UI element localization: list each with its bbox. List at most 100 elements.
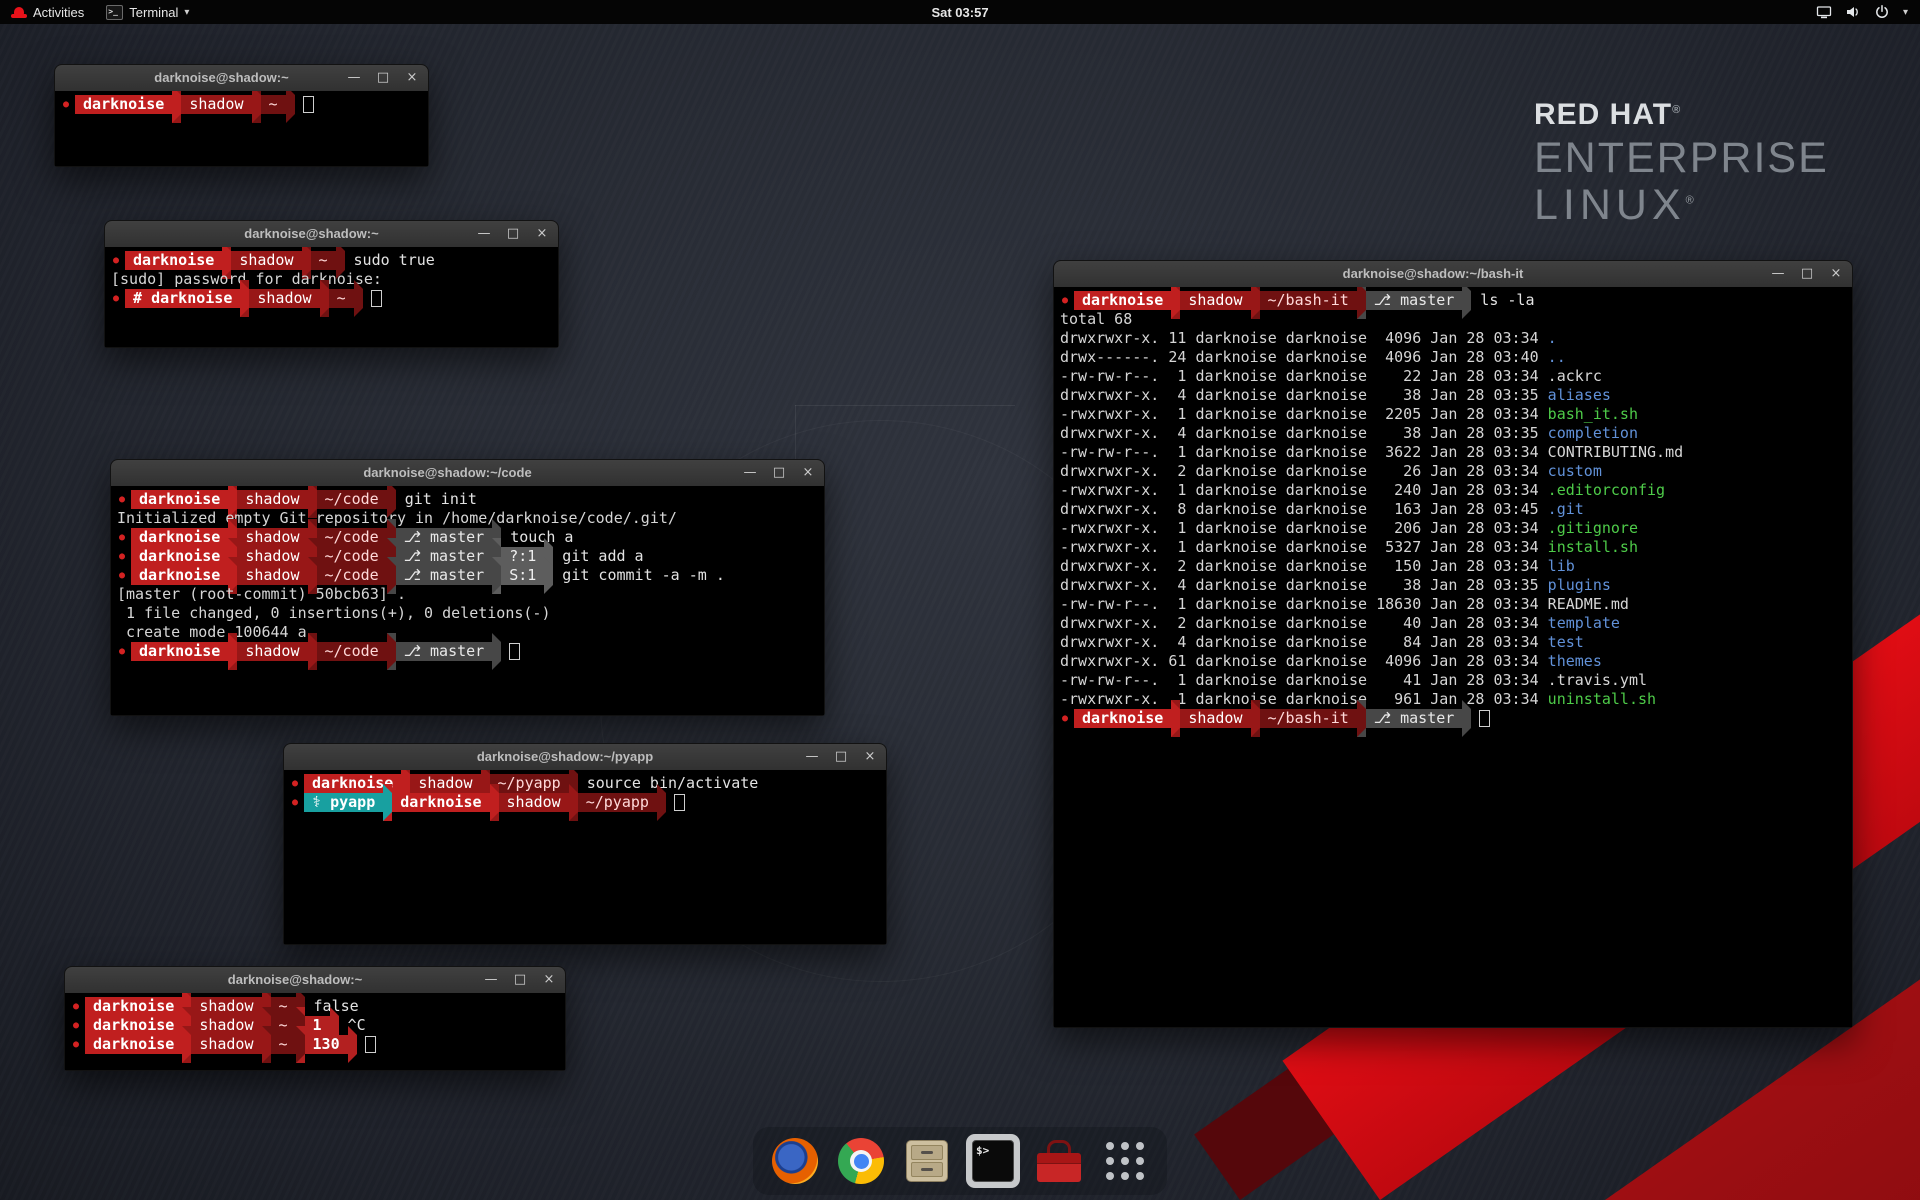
terminal-prompt-line: ●darknoiseshadow~/pyappsource bin/activa… bbox=[290, 774, 880, 793]
prompt-dot-icon: ● bbox=[117, 642, 131, 661]
grid-dot bbox=[1121, 1172, 1129, 1180]
window-close-button[interactable]: × bbox=[801, 466, 815, 480]
window-minimize-button[interactable]: — bbox=[484, 973, 498, 987]
window-titlebar[interactable]: darknoise@shadow:~—□× bbox=[55, 65, 428, 92]
window-title: darknoise@shadow:~ bbox=[145, 221, 478, 247]
clock[interactable]: Sat 03:57 bbox=[931, 5, 988, 20]
window-minimize-button[interactable]: — bbox=[347, 71, 361, 85]
window-titlebar[interactable]: darknoise@shadow:~— □ × bbox=[105, 221, 558, 248]
prompt-segment-host: shadow bbox=[1180, 709, 1250, 728]
window-maximize-button[interactable]: □ bbox=[772, 466, 786, 480]
window-minimize-button[interactable]: — bbox=[805, 750, 819, 764]
terminal-content[interactable]: ●darknoiseshadow~/pyappsource bin/activa… bbox=[284, 770, 886, 944]
powerline-arrow bbox=[354, 280, 363, 317]
powerline-arrow bbox=[1462, 287, 1471, 319]
prompt-segment-path: ~/code bbox=[317, 547, 387, 566]
prompt-segment-user: darknoise bbox=[1074, 709, 1171, 728]
grid-dot bbox=[1106, 1142, 1114, 1150]
window-controls: — □ × bbox=[743, 460, 815, 486]
terminal-output-line: 1 file changed, 0 insertions(+), 0 delet… bbox=[117, 604, 818, 623]
window-minimize-button[interactable]: — bbox=[743, 466, 757, 480]
window-maximize-button[interactable]: □ bbox=[506, 227, 520, 241]
window-controls: — □ × bbox=[477, 221, 549, 247]
dock-chrome[interactable] bbox=[833, 1133, 889, 1189]
window-close-button[interactable]: × bbox=[1829, 267, 1843, 281]
output-text: create mode 100644 a bbox=[117, 623, 307, 641]
window-titlebar[interactable]: darknoise@shadow:~— □ × bbox=[65, 967, 565, 994]
terminal-output-line: drwxrwxr-x. 4 darknoise darknoise 84 Jan… bbox=[1060, 633, 1846, 652]
output-text: -rwxrwxr-x. 1 darknoise darknoise 240 Ja… bbox=[1060, 481, 1548, 499]
terminal-output-line: drwxrwxr-x. 2 darknoise darknoise 40 Jan… bbox=[1060, 614, 1846, 633]
terminal-output-line: -rw-rw-r--. 1 darknoise darknoise 22 Jan… bbox=[1060, 367, 1846, 386]
output-text: drwxrwxr-x. 11 darknoise darknoise 4096 … bbox=[1060, 329, 1548, 347]
prompt-segment-cnt: ?:1 bbox=[501, 547, 544, 566]
terminal-output-line: [master (root-commit) 50bcb63] . bbox=[117, 585, 818, 604]
dock-terminal[interactable]: $> bbox=[965, 1133, 1021, 1189]
terminal-prompt-line: ●darknoiseshadow~sudo true bbox=[111, 251, 552, 270]
terminal-cursor bbox=[1479, 710, 1490, 727]
window-minimize-button[interactable]: — bbox=[1771, 267, 1785, 281]
window-titlebar[interactable]: darknoise@shadow:~/bash-it—□× bbox=[1054, 261, 1852, 288]
prompt-segment-path: ~ bbox=[271, 1016, 296, 1035]
terminal-output-line: drwxrwxr-x. 61 darknoise darknoise 4096 … bbox=[1060, 652, 1846, 671]
toolbox-handle bbox=[1047, 1140, 1071, 1153]
prompt-segment-host: shadow bbox=[499, 793, 569, 812]
window-close-button[interactable]: × bbox=[863, 750, 877, 764]
output-text: -rw-rw-r--. 1 darknoise darknoise 41 Jan… bbox=[1060, 671, 1548, 689]
output-text: drwxrwxr-x. 2 darknoise darknoise 150 Ja… bbox=[1060, 557, 1548, 575]
window-maximize-button[interactable]: □ bbox=[834, 750, 848, 764]
window-minimize-button[interactable]: — bbox=[477, 227, 491, 241]
terminal-output-line: drwxrwxr-x. 2 darknoise darknoise 26 Jan… bbox=[1060, 462, 1846, 481]
grid-dot bbox=[1121, 1157, 1129, 1165]
toolbox-icon bbox=[1037, 1140, 1081, 1182]
prompt-segment-git: ⎇ master bbox=[396, 528, 493, 547]
window-maximize-button[interactable]: □ bbox=[376, 71, 390, 85]
app-menu-terminal[interactable]: >_ Terminal ▾ bbox=[95, 0, 200, 24]
terminal-content[interactable]: ●darknoiseshadow~false●darknoiseshadow~1… bbox=[65, 993, 565, 1070]
terminal-prompt-line: ●darknoiseshadow~130 bbox=[71, 1035, 559, 1054]
powerline-arrow bbox=[1462, 700, 1471, 737]
dock-app-grid[interactable] bbox=[1097, 1133, 1153, 1189]
powerline-arrow bbox=[1357, 700, 1366, 737]
activities-button[interactable]: Activities bbox=[0, 0, 95, 24]
output-text: themes bbox=[1548, 652, 1602, 670]
output-text: CONTRIBUTING.md bbox=[1548, 443, 1683, 461]
prompt-dot-icon: ● bbox=[1060, 291, 1074, 310]
powerline-arrow bbox=[228, 633, 237, 670]
output-text: .travis.yml bbox=[1548, 671, 1647, 689]
dock-firefox[interactable] bbox=[767, 1133, 823, 1189]
window-maximize-button[interactable]: □ bbox=[1800, 267, 1814, 281]
prompt-segment-host: shadow bbox=[237, 547, 307, 566]
prompt-dot-icon: ● bbox=[117, 490, 131, 509]
terminal-content[interactable]: ●darknoiseshadow~ bbox=[55, 91, 428, 166]
prompt-segment-host: shadow bbox=[237, 528, 307, 547]
output-text: -rw-rw-r--. 1 darknoise darknoise 3622 J… bbox=[1060, 443, 1548, 461]
powerline-arrow bbox=[286, 91, 295, 123]
power-icon bbox=[1874, 4, 1890, 20]
window-titlebar[interactable]: darknoise@shadow:~/code—□× bbox=[111, 460, 824, 487]
prompt-segment-host: shadow bbox=[249, 289, 319, 308]
powerline-arrow bbox=[252, 91, 261, 123]
window-close-button[interactable]: × bbox=[535, 227, 549, 241]
prompt-segment-user: darknoise bbox=[125, 251, 222, 270]
terminal-content[interactable]: ●darknoiseshadow~sudo true[sudo] passwor… bbox=[105, 247, 558, 347]
prompt-segment-path: ~/bash-it bbox=[1260, 709, 1357, 728]
output-text: bash_it.sh bbox=[1548, 405, 1638, 423]
prompt-segment-git: ⎇ master bbox=[1366, 709, 1463, 728]
window-title: darknoise@shadow:~ bbox=[105, 967, 485, 993]
terminal-window-home-2: darknoise@shadow:~— □ × ●darknoiseshadow~fa… bbox=[64, 966, 566, 1071]
prompt-segment-host: shadow bbox=[237, 490, 307, 509]
terminal-content[interactable]: ●darknoiseshadow~/codegit initInitialize… bbox=[111, 486, 824, 715]
grid-dot bbox=[1136, 1157, 1144, 1165]
dock-toolbox[interactable] bbox=[1031, 1133, 1087, 1189]
terminal-prompt-line: ●darknoiseshadow~/code⎇ mastertouch a bbox=[117, 528, 818, 547]
system-status-area[interactable]: ▾ bbox=[1816, 0, 1920, 24]
dock-files[interactable] bbox=[899, 1133, 955, 1189]
window-close-button[interactable]: × bbox=[405, 71, 419, 85]
window-close-button[interactable]: × bbox=[542, 973, 556, 987]
terminal-content[interactable]: ●darknoiseshadow~/bash-it⎇ masterls -lat… bbox=[1054, 287, 1852, 1027]
file-cabinet-icon bbox=[906, 1140, 948, 1182]
window-maximize-button[interactable]: □ bbox=[513, 973, 527, 987]
terminal-output-line: [sudo] password for darknoise: bbox=[111, 270, 552, 289]
window-titlebar[interactable]: darknoise@shadow:~/pyapp—□× bbox=[284, 744, 886, 771]
